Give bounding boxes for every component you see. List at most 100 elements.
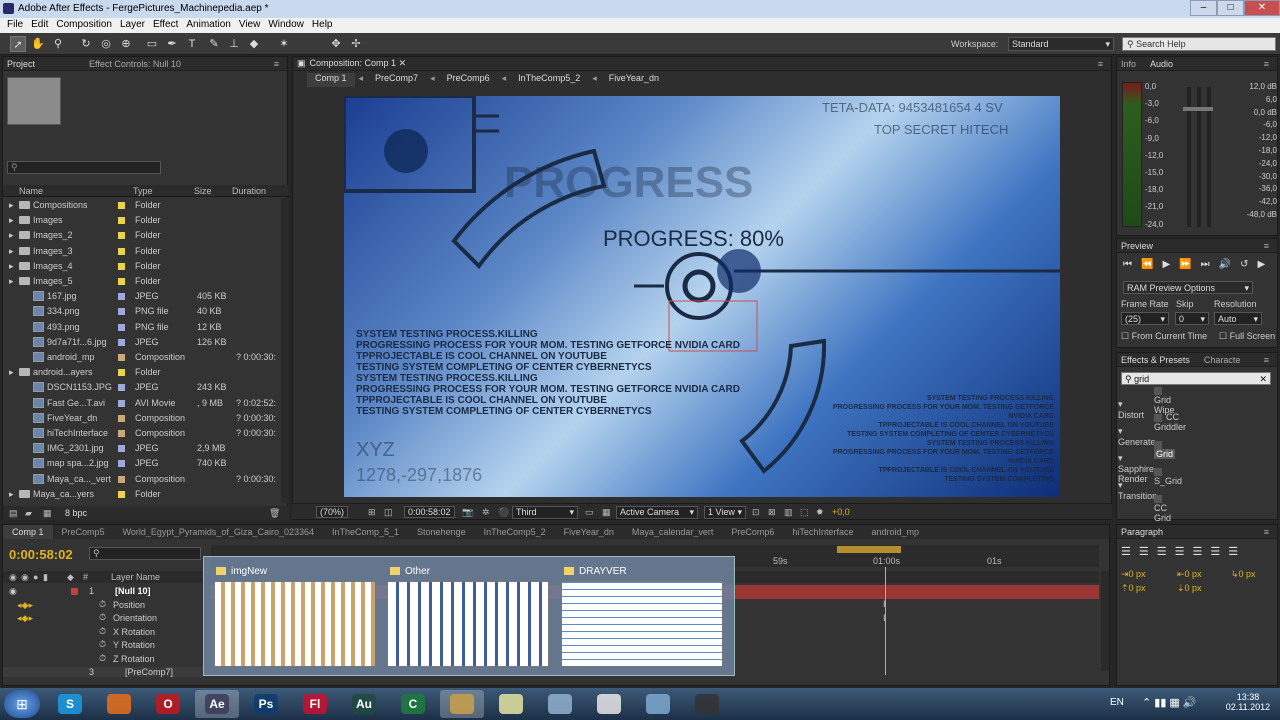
- effects-item[interactable]: Grid Wipe: [1154, 385, 1175, 415]
- taskbar-chrome-icon[interactable]: [587, 690, 631, 718]
- taskbar-skype-icon[interactable]: S: [48, 690, 92, 718]
- project-item[interactable]: 334.png PNG file 40 KB: [3, 304, 281, 319]
- clone-tool-icon[interactable]: ⊥: [226, 36, 242, 52]
- justify-all-icon[interactable]: ☰: [1228, 545, 1238, 558]
- space-after-field[interactable]: ⇣0 px: [1177, 583, 1202, 594]
- panel-menu-icon[interactable]: ≡: [1264, 527, 1269, 537]
- composition-canvas[interactable]: TETA-DATA: 9453481654 4 SV TOP SECRET HI…: [344, 96, 1060, 497]
- label-color-swatch[interactable]: [118, 414, 125, 422]
- project-item[interactable]: ▸ Images_5 Folder: [3, 274, 281, 289]
- ram-preview-icon[interactable]: ▶: [1257, 259, 1265, 270]
- zoom-tool-icon[interactable]: ⚲: [50, 36, 66, 52]
- breadcrumb-item[interactable]: PreComp6: [439, 73, 498, 87]
- prev-frame-icon[interactable]: ⏪: [1141, 259, 1153, 270]
- loop-icon[interactable]: ↺: [1240, 259, 1248, 270]
- taskbar-firefox-icon[interactable]: [97, 690, 141, 718]
- expand-arrow-icon[interactable]: ▸: [9, 230, 14, 241]
- timeline-tab[interactable]: FiveYear_dn: [555, 525, 623, 539]
- layer-name-header[interactable]: Layer Name: [111, 572, 160, 582]
- column-type[interactable]: Type: [133, 186, 153, 196]
- effects-item[interactable]: ▾ Generate: [1118, 426, 1156, 447]
- eye-icon[interactable]: ◉: [9, 572, 17, 583]
- tab-effects-presets[interactable]: Effects & Presets: [1121, 355, 1190, 365]
- rotate-tool-icon[interactable]: ↻: [78, 36, 94, 52]
- indent-left-field[interactable]: ⇥0 px: [1121, 569, 1146, 580]
- keyframe-nav-icon[interactable]: ◂◆▸: [17, 600, 33, 611]
- tab-paragraph[interactable]: Paragraph: [1121, 527, 1163, 537]
- project-item[interactable]: ▸ android...ayers Folder: [3, 365, 281, 380]
- playhead[interactable]: [885, 567, 886, 675]
- first-frame-icon[interactable]: ⏮: [1123, 259, 1132, 270]
- brush-tool-icon[interactable]: ✎: [206, 36, 222, 52]
- taskbar-after-effects-icon[interactable]: Ae: [195, 690, 239, 718]
- camera-tool-icon[interactable]: ◎: [98, 36, 114, 52]
- taskbar-folder-icon[interactable]: [489, 690, 533, 718]
- property-row[interactable]: ⏱ X Rotation: [3, 626, 203, 639]
- mask-toggle-icon[interactable]: ◫: [384, 507, 393, 518]
- rectangle-tool-icon[interactable]: ▭: [144, 36, 160, 52]
- current-time[interactable]: 0:00:58:02: [404, 506, 455, 518]
- breadcrumb-item[interactable]: FiveYear_dn: [601, 73, 667, 87]
- project-item[interactable]: 167.jpg JPEG 405 KB: [3, 289, 281, 304]
- folder-icon[interactable]: ▰: [25, 508, 32, 519]
- label-color-swatch[interactable]: [118, 445, 125, 453]
- bpc-label[interactable]: 8 bpc: [65, 508, 87, 518]
- search-help-input[interactable]: ⚲ Search Help: [1122, 37, 1276, 51]
- timeline-tab[interactable]: hiTechInterface: [783, 525, 862, 539]
- label-color-swatch[interactable]: [118, 323, 125, 331]
- justify-center-icon[interactable]: ☰: [1193, 545, 1203, 558]
- transparency-icon[interactable]: ▦: [602, 507, 611, 518]
- project-item[interactable]: 9d7a71f...6.jpg JPEG 126 KB: [3, 335, 281, 350]
- align-left-icon[interactable]: ☰: [1121, 545, 1131, 558]
- panel-menu-icon[interactable]: ≡: [1098, 59, 1103, 69]
- timeline-tab[interactable]: android_mp: [862, 525, 928, 539]
- exposure-value[interactable]: +0,0: [832, 507, 850, 517]
- label-color-swatch[interactable]: [118, 247, 125, 255]
- from-current-checkbox[interactable]: ☐ From Current Time: [1121, 331, 1207, 342]
- tab-preview[interactable]: Preview: [1121, 241, 1153, 251]
- hand-tool-icon[interactable]: ✋: [30, 36, 46, 52]
- language-indicator[interactable]: EN: [1110, 697, 1124, 708]
- label-color-swatch[interactable]: [118, 490, 125, 498]
- effects-item[interactable]: ▾ Distort: [1118, 399, 1144, 420]
- property-row[interactable]: ◂◆▸ ⏱ Orientation: [3, 612, 203, 625]
- ram-preview-select[interactable]: RAM Preview Options ▾: [1123, 281, 1253, 294]
- tab-composition[interactable]: ▣ Composition: Comp 1 ✕: [297, 58, 406, 69]
- taskbar-notepad-icon[interactable]: [538, 690, 582, 718]
- stopwatch-icon[interactable]: ⏱: [99, 626, 106, 637]
- menu-view[interactable]: View: [239, 19, 261, 30]
- project-item[interactable]: Maya_ca..._vert Composition ? 0:00:30:: [3, 472, 281, 487]
- taskbar-unknown-icon[interactable]: [685, 690, 729, 718]
- skip-select[interactable]: 0 ▾: [1175, 312, 1209, 325]
- flowchart-icon[interactable]: ⬚: [800, 507, 809, 518]
- thumbnail-drayver[interactable]: [561, 581, 723, 667]
- label-color-swatch[interactable]: [118, 338, 125, 346]
- expand-arrow-icon[interactable]: ▸: [9, 276, 14, 287]
- clock[interactable]: 13:38 02.11.2012: [1220, 692, 1276, 712]
- last-frame-icon[interactable]: ⏭: [1201, 259, 1210, 270]
- timeline-tab[interactable]: Stonehenge: [408, 525, 475, 539]
- workspace-select[interactable]: Standard ▾: [1008, 37, 1114, 51]
- solo-icon[interactable]: ●: [33, 572, 38, 582]
- eraser-tool-icon[interactable]: ◆: [246, 36, 262, 52]
- grid-toggle-icon[interactable]: ⊞: [368, 507, 376, 518]
- expand-arrow-icon[interactable]: ▾: [1118, 399, 1123, 409]
- fast-preview-icon[interactable]: ⊠: [768, 507, 776, 518]
- project-item[interactable]: hiTechInterface Composition ? 0:00:30:: [3, 426, 281, 441]
- label-color-swatch[interactable]: [118, 202, 125, 209]
- eye-icon[interactable]: ◉: [9, 586, 17, 597]
- resolution-select[interactable]: Third ▾: [512, 506, 578, 519]
- expand-arrow-icon[interactable]: ▸: [9, 215, 14, 226]
- label-color-swatch[interactable]: [118, 430, 125, 437]
- effects-item[interactable]: ▾ Transition: [1118, 480, 1157, 501]
- snapshot-icon[interactable]: 📷: [462, 507, 473, 518]
- tray-icons[interactable]: ⌃ ▮▮ ▦ 🔊: [1142, 696, 1197, 709]
- label-color-swatch[interactable]: [118, 262, 125, 270]
- project-item[interactable]: ▸ Images_3 Folder: [3, 244, 281, 259]
- panel-menu-icon[interactable]: ≡: [1264, 59, 1269, 69]
- label-color-swatch[interactable]: [118, 399, 125, 407]
- effects-item[interactable]: Grid: [1154, 439, 1176, 459]
- label-color-swatch[interactable]: [118, 369, 125, 377]
- property-row[interactable]: ⏱ Z Rotation: [3, 653, 203, 666]
- timeline-tab[interactable]: PreComp5: [53, 525, 114, 539]
